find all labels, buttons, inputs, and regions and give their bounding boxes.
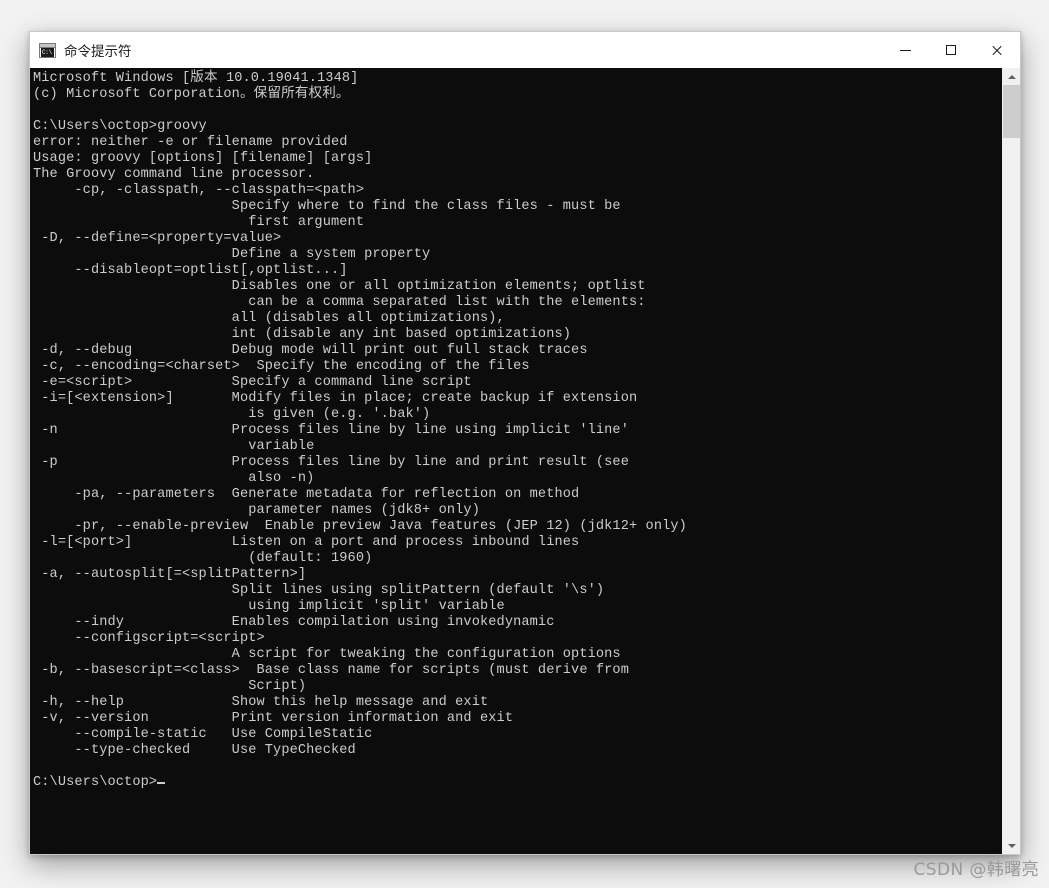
console-scrollbar[interactable] (1002, 68, 1020, 854)
maximize-icon (946, 45, 956, 55)
console-output-text[interactable]: Microsoft Windows [版本 10.0.19041.1348] (… (30, 68, 1002, 854)
chevron-down-icon (1007, 843, 1016, 848)
console-cursor (157, 782, 166, 784)
minimize-icon (899, 49, 911, 51)
close-icon (991, 44, 1003, 56)
scroll-down-arrow[interactable] (1003, 837, 1020, 854)
cmd-console-icon (39, 42, 56, 58)
window-title-text: 命令提示符 (64, 44, 132, 60)
title-bar-left-group: 命令提示符 (30, 40, 882, 60)
scrollbar-track[interactable] (1003, 85, 1020, 837)
minimize-button[interactable] (882, 32, 928, 68)
window-title-bar[interactable]: 命令提示符 (30, 32, 1020, 68)
maximize-button[interactable] (928, 32, 974, 68)
command-prompt-window: 命令提示符 Microsoft Windows [版本 10.0.19041.1… (29, 31, 1021, 855)
chevron-up-icon (1007, 74, 1016, 79)
window-controls-group (882, 32, 1020, 68)
scroll-up-arrow[interactable] (1003, 68, 1020, 85)
csdn-watermark: CSDN @韩曙亮 (913, 860, 1039, 880)
close-button[interactable] (974, 32, 1020, 68)
desktop-background: 命令提示符 Microsoft Windows [版本 10.0.19041.1… (0, 0, 1049, 888)
console-area[interactable]: Microsoft Windows [版本 10.0.19041.1348] (… (30, 68, 1020, 854)
scrollbar-thumb[interactable] (1003, 85, 1020, 138)
